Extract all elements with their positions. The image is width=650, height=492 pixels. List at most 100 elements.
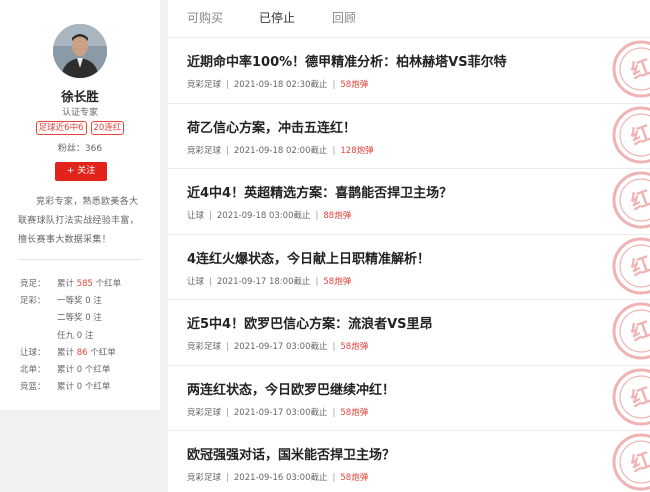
meta-separator: | <box>226 342 229 352</box>
avatar-photo <box>53 24 107 78</box>
article-category: 让球 <box>187 276 205 287</box>
stat-suffix: 个红单 <box>82 382 111 393</box>
red-hit-stamp-icon: 红 <box>612 368 650 425</box>
article-category: 竞彩足球 <box>187 407 222 418</box>
red-hit-stamp-icon: 红 <box>612 237 650 294</box>
meta-separator: | <box>226 473 229 483</box>
article-price: 58炮弹 <box>340 473 369 483</box>
article-meta: 竞彩足球 | 2021-09-18 02:30截止 | 58炮弹 <box>187 78 368 90</box>
stat-prefix: 累计 <box>57 279 77 289</box>
stat-label: 竞足： <box>20 279 46 289</box>
article-category: 竞彩足球 <box>187 473 222 483</box>
article-meta: 让球 | 2021-09-18 03:00截止 | 88炮弹 <box>187 209 351 221</box>
article-item[interactable]: 近期命中率100%！德甲精准分析：柏林赫塔VS菲尔特 竞彩足球 | 2021-09-1… <box>168 37 650 104</box>
article-item[interactable]: 荷乙信心方案，冲击五连红！ 竞彩足球 | 2021-09-18 02:00截止 | 128… <box>168 102 650 170</box>
tab-stopped[interactable]: 已停止 <box>259 9 295 26</box>
tab-bar: 可购买 已停止 回顾 <box>168 0 650 34</box>
meta-separator: | <box>226 145 229 156</box>
stat-prefix: 二等奖 <box>57 313 86 324</box>
article-item[interactable]: 近4中4！英超精选方案：喜鹊能否捍卫主场？ 让球 | 2021-09-18 03:00… <box>168 168 650 235</box>
badge-streak-6: 足球近6中6 <box>35 121 87 135</box>
article-title[interactable]: 两连红状态，今日欧罗巴继续冲红！ <box>187 379 395 398</box>
article-deadline: 2021-09-16 03:00截止 <box>233 473 328 483</box>
article-price: 58炮弹 <box>340 80 369 90</box>
stat-suffix: 个红单 <box>82 364 111 375</box>
stat-row: 竞足： 累计 585 个红单 <box>20 276 155 293</box>
stat-value: 任九 0 注 <box>57 328 93 345</box>
article-price: 128炮弹 <box>340 145 374 156</box>
meta-separator: | <box>209 276 212 287</box>
stat-label: 竞篮： <box>20 382 46 393</box>
meta-separator: | <box>332 80 336 90</box>
divider <box>18 259 142 260</box>
article-deadline: 2021-09-18 03:00截止 <box>216 211 311 221</box>
achievement-badges: 足球近6中6 20连红 <box>0 121 160 135</box>
article-title[interactable]: 4连红火爆状态，今日献上日职精准解析！ <box>187 248 430 267</box>
article-category: 让球 <box>187 211 205 221</box>
article-price: 58炮弹 <box>323 276 352 287</box>
stat-value: 一等奖 0 注 <box>57 293 102 310</box>
article-price: 58炮弹 <box>340 407 369 418</box>
meta-separator: | <box>332 145 336 156</box>
stamp-label: 红 <box>627 120 650 149</box>
stat-row: 竞篮： 累计 0 个红单 <box>20 379 155 396</box>
article-meta: 让球 | 2021-09-17 18:00截止 | 58炮弹 <box>187 275 351 287</box>
article-title[interactable]: 近4中4！英超精选方案：喜鹊能否捍卫主场？ <box>187 182 452 201</box>
stat-suffix: 注 <box>82 330 94 341</box>
article-item[interactable]: 近5中4！欧罗巴信心方案：流浪者VS里昂竞彩足球 | 2021-09-17 03:0… <box>168 299 650 366</box>
stat-row: 二等奖 0 注 <box>20 310 155 327</box>
stamp-label: 红 <box>627 382 650 411</box>
red-hit-stamp-icon: 红 <box>612 302 650 360</box>
meta-separator: | <box>315 276 319 287</box>
red-hit-stamp-icon: 红 <box>612 40 650 98</box>
red-hit-stamp-icon: 红 <box>612 171 650 229</box>
stat-prefix: 累计 <box>57 382 77 393</box>
article-deadline: 2021-09-18 02:30截止 <box>233 80 328 90</box>
meta-separator: | <box>332 407 336 418</box>
stat-prefix: 一等奖 <box>57 296 86 307</box>
stamp-label: 红 <box>627 54 650 83</box>
expert-name: 徐长胜 <box>61 89 99 104</box>
article-meta: 竞彩足球 | 2021-09-17 03:00截止 | 58炮弹 <box>187 340 368 352</box>
article-item[interactable]: 两连红状态，今日欧罗巴继续冲红！ 竞彩足球 | 2021-09-17 03:00截止 |… <box>168 364 650 432</box>
red-hit-stamp-icon: 红 <box>612 106 650 163</box>
stat-value: 累计 0 个红单 <box>57 362 110 379</box>
record-stats: 竞足： 累计 585 个红单 足彩： 一等奖 0 注二等奖 0 注任九 0 注让球：累… <box>20 276 155 396</box>
stat-suffix: 个红单 <box>92 279 122 289</box>
article-item[interactable]: 4连红火爆状态，今日献上日职精准解析！ 让球 | 2021-09-17 18:00截止… <box>168 233 650 301</box>
red-hit-stamp-icon: 红 <box>612 433 650 491</box>
article-deadline: 2021-09-18 02:00截止 <box>233 145 328 156</box>
stat-value: 累计 585 个红单 <box>57 276 121 293</box>
avatar[interactable] <box>53 24 107 78</box>
article-deadline: 2021-09-17 03:00截止 <box>233 407 328 418</box>
expert-bio: 竞彩专家，熟悉欧美各大联赛球队打法实战经验丰富，擅长赛事大数据采集！ <box>18 197 139 245</box>
article-meta: 竞彩足球 | 2021-09-17 03:00截止 | 58炮弹 <box>187 406 368 418</box>
stat-row: 北单： 累计 0 个红单 <box>20 362 155 379</box>
stat-number: 86 <box>76 347 88 358</box>
stamp-label: 红 <box>627 251 650 280</box>
article-price: 58炮弹 <box>340 342 369 352</box>
tab-review[interactable]: 回顾 <box>332 9 356 26</box>
stat-value: 累计 0 个红单 <box>57 379 110 396</box>
article-category: 竞彩足球 <box>187 342 222 352</box>
article-item[interactable]: 欧冠强强对话，国米能否捍卫主场？ 竞彩足球 | 2021-09-16 03:00截止 |… <box>168 430 650 492</box>
stat-suffix: 注 <box>90 296 102 307</box>
article-title[interactable]: 近期命中率100%！德甲精准分析：柏林赫塔VS菲尔特 <box>187 51 507 70</box>
article-category: 竞彩足球 <box>187 145 222 156</box>
stat-label: 北单： <box>20 364 46 375</box>
stamp-label: 红 <box>627 185 650 214</box>
meta-separator: | <box>315 211 319 221</box>
article-title[interactable]: 欧冠强强对话，国米能否捍卫主场？ <box>187 444 395 463</box>
article-deadline: 2021-09-17 03:00截止 <box>233 342 328 352</box>
stat-row: 任九 0 注 <box>20 328 155 345</box>
article-price: 88炮弹 <box>323 211 352 221</box>
follow-button[interactable]: + 关注 <box>55 162 107 181</box>
article-title[interactable]: 荷乙信心方案，冲击五连红！ <box>187 117 356 136</box>
tab-available[interactable]: 可购买 <box>187 9 223 26</box>
stamp-label: 红 <box>627 316 650 345</box>
meta-separator: | <box>209 211 212 221</box>
stat-suffix: 注 <box>90 313 102 324</box>
article-title[interactable]: 近5中4！欧罗巴信心方案：流浪者VS里昂 <box>187 313 433 332</box>
article-list-panel: 可购买 已停止 回顾 近期命中率100%！德甲精准分析：柏林赫塔VS菲尔特 竞彩足… <box>168 0 650 492</box>
stat-prefix: 累计 <box>57 364 77 375</box>
